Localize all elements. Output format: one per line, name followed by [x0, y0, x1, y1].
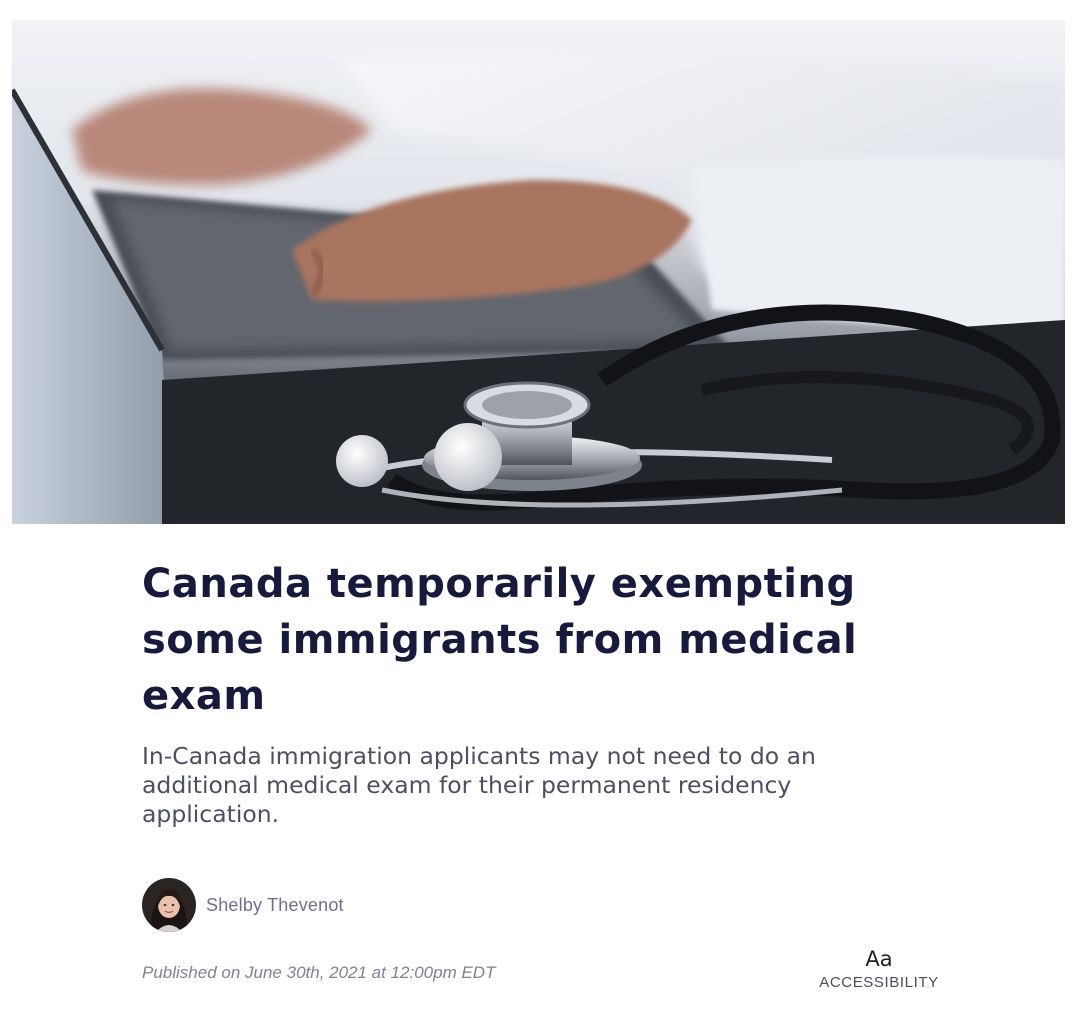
hero-image: [12, 20, 1065, 524]
author-avatar[interactable]: [142, 878, 196, 932]
published-date: Published on June 30th, 2021 at 12:00pm …: [142, 963, 496, 982]
text-size-icon: Aa: [865, 947, 893, 971]
article-headline: Canada temporarily exempting some immigr…: [142, 561, 858, 719]
author-byline[interactable]: Shelby Thevenot: [142, 878, 344, 932]
article-subheadline: In-Canada immigration applicants may not…: [142, 742, 816, 828]
accessibility-label: ACCESSIBILITY: [819, 974, 939, 991]
accessibility-button[interactable]: Aa ACCESSIBILITY: [818, 946, 940, 991]
article-header: Canada temporarily exempting some immigr…: [142, 556, 942, 829]
author-name[interactable]: Shelby Thevenot: [206, 895, 344, 916]
